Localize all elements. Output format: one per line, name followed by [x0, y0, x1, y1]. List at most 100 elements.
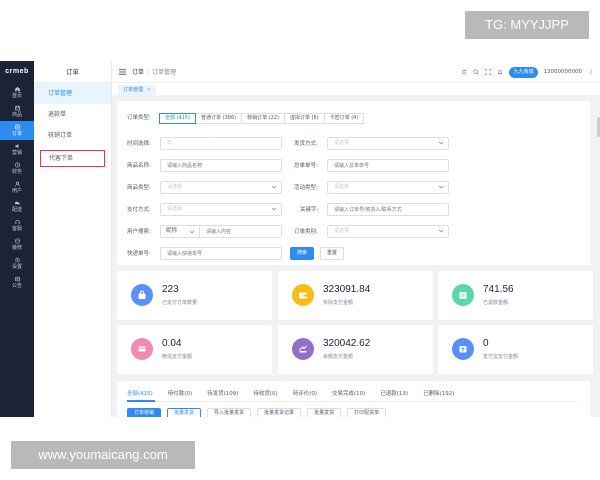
search-icon[interactable]: [473, 69, 480, 75]
status-tab-to-ship[interactable]: 待发货(109): [207, 389, 238, 399]
sidebar-item-settings[interactable]: 设置: [0, 254, 34, 273]
wallet-icon: [299, 292, 307, 299]
submenu-item-refund[interactable]: 退款单: [34, 104, 111, 125]
admin-app: crmeb 首页 商品 订单 营销 财务 用户 配送 客服 装修 设置 公告 订单 订单管理 退款单…: [0, 61, 600, 417]
sidebar-item-notice[interactable]: 公告: [0, 273, 34, 292]
home-icon: [14, 86, 20, 92]
batch-ship-records-button[interactable]: 批量发货记录: [257, 408, 302, 417]
order-category-label: 订单类别:: [294, 229, 318, 235]
user-search-field-value: 昵称: [166, 228, 178, 234]
status-tab-all[interactable]: 全部(415): [127, 389, 153, 399]
status-tab-unpaid[interactable]: 待付款(0): [168, 389, 192, 399]
breadcrumb-current: 订单管理: [152, 69, 177, 76]
status-tab-refunded[interactable]: 已退款(13): [380, 389, 408, 399]
order-status-tabs: 全部(415) 待付款(0) 待发货(109) 待收货(0) 待评价(0) 交易…: [127, 389, 469, 399]
status-tab-deleted[interactable]: 已删除(192): [423, 389, 454, 399]
product-type-label: 商品类型:: [127, 185, 151, 191]
order-type-normal[interactable]: 普通订单 (386): [195, 113, 243, 124]
stat-caption: 微信支付金额: [162, 354, 193, 360]
menu-toggle-icon[interactable]: [119, 68, 126, 75]
keyword-input[interactable]: [327, 203, 449, 216]
stat-icon-circle: [131, 284, 153, 306]
product-type-placeholder: 请选择: [167, 184, 183, 190]
pay-method-select[interactable]: 请选择: [160, 203, 282, 216]
sidebar-item-goods[interactable]: 商品: [0, 102, 34, 121]
express-number-label: 快递单号:: [127, 251, 151, 257]
store-badge[interactable]: 九九商城: [509, 66, 538, 78]
time-range-picker[interactable]: 日 -: [160, 137, 282, 150]
sidebar-item-label: 订单: [11, 131, 22, 137]
activity-type-placeholder: 请选择: [334, 184, 350, 190]
screenshot-root: TG: MYYJJPP crmeb 首页 商品 订单 营销 财务 用户 配送 客服 装修 设置 公告…: [0, 0, 600, 480]
order-type-virtual[interactable]: 虚拟订单 (5): [283, 113, 325, 124]
order-type-all[interactable]: 全部 (415): [159, 113, 197, 124]
batch-ship-secondary-button[interactable]: 批量发货: [307, 408, 342, 417]
import-batch-ship-button[interactable]: 导入批量发货: [207, 408, 252, 417]
sidebar-item-decoration[interactable]: 装修: [0, 235, 34, 254]
stat-card-alipay: 0 支付宝支付金额: [438, 325, 593, 374]
stat-value: 323091.84: [323, 284, 371, 295]
reset-button[interactable]: 重置: [320, 247, 345, 260]
stat-icon-circle: [452, 338, 474, 360]
print-picking-list-button[interactable]: 打印配货单: [347, 408, 387, 417]
sidebar-item-delivery[interactable]: 配送: [0, 197, 34, 216]
close-icon[interactable]: ×: [147, 87, 151, 93]
stat-value: 0: [483, 338, 489, 349]
submenu-item-verify-orders[interactable]: 核销订单: [34, 125, 111, 146]
activity-type-select[interactable]: 请选择: [327, 181, 449, 194]
sidebar-item-label: 设置: [11, 264, 22, 270]
secondary-menu: 订单 订单管理 退款单 核销订单 代客下单: [34, 61, 112, 417]
order-icon: [14, 124, 20, 130]
more-settings-icon[interactable]: [588, 69, 594, 75]
sidebar-item-marketing[interactable]: 营销: [0, 140, 34, 159]
order-type-card[interactable]: 卡密订单 (4): [323, 113, 365, 124]
stat-value: 741.56: [483, 284, 514, 295]
order-type-verify[interactable]: 核销订单 (22): [241, 113, 285, 124]
page-tab-order-management[interactable]: 订单管理 ×: [118, 85, 157, 95]
status-tab-completed[interactable]: 交易完成(10): [332, 389, 365, 399]
sidebar-item-finance[interactable]: 财务: [0, 159, 34, 178]
status-tab-to-receive[interactable]: 待收货(0): [253, 389, 277, 399]
order-category-select[interactable]: 请选择: [327, 225, 449, 238]
user-search-input[interactable]: [199, 225, 282, 238]
express-number-input[interactable]: [160, 247, 282, 260]
total-order-input[interactable]: [327, 159, 449, 172]
sidebar-item-home[interactable]: 首页: [0, 83, 34, 102]
stat-icon-circle: [292, 338, 314, 360]
verify-order-button[interactable]: 订单核销: [127, 408, 162, 417]
ship-method-select[interactable]: 请选择: [327, 137, 449, 150]
product-name-input[interactable]: [160, 159, 282, 172]
watermark-top: TG: MYYJJPP: [465, 11, 589, 39]
stat-card-refunded: 741.56 已退款金额: [438, 271, 593, 320]
brand-logo: crmeb: [5, 68, 29, 75]
fullscreen-icon[interactable]: [485, 69, 492, 75]
stat-caption: 已退款金额: [483, 300, 509, 306]
sidebar-item-user[interactable]: 用户: [0, 178, 34, 197]
tabs-divider: [127, 401, 577, 402]
product-type-select[interactable]: 请选择: [160, 181, 282, 194]
search-button[interactable]: 搜索: [290, 247, 315, 260]
stat-caption: 已支付订单数量: [162, 300, 198, 306]
active-tab-indicator: [127, 400, 155, 402]
sidebar-item-label: 首页: [11, 93, 22, 99]
batch-ship-button[interactable]: 批量发货: [167, 408, 202, 417]
breadcrumb-root[interactable]: 订单: [132, 69, 144, 76]
decoration-icon: [14, 238, 20, 244]
finance-icon: [14, 162, 20, 168]
submenu-item-place-order-for-customer[interactable]: 代客下单: [40, 150, 105, 167]
user-search-field-select[interactable]: 昵称: [160, 225, 200, 238]
account-name[interactable]: 13000000000: [544, 69, 583, 75]
chevron-down-icon: [438, 185, 444, 189]
submenu-title: 订单: [34, 61, 111, 83]
goods-icon: [14, 105, 20, 111]
pay-method-placeholder: 请选择: [167, 206, 183, 212]
sidebar-item-service[interactable]: 客服: [0, 216, 34, 235]
bag-icon: [138, 290, 146, 299]
sidebar-item-order[interactable]: 订单: [0, 121, 34, 140]
order-actions: 订单核销 批量发货 导入批量发货 批量发货记录 批量发货 打印配货单: [127, 408, 387, 417]
bell-icon[interactable]: [497, 69, 503, 75]
marketing-icon: [14, 144, 18, 149]
status-tab-to-review[interactable]: 待评价(0): [293, 389, 317, 399]
submenu-item-order-management[interactable]: 订单管理: [34, 83, 111, 104]
refresh-icon[interactable]: [461, 69, 467, 75]
